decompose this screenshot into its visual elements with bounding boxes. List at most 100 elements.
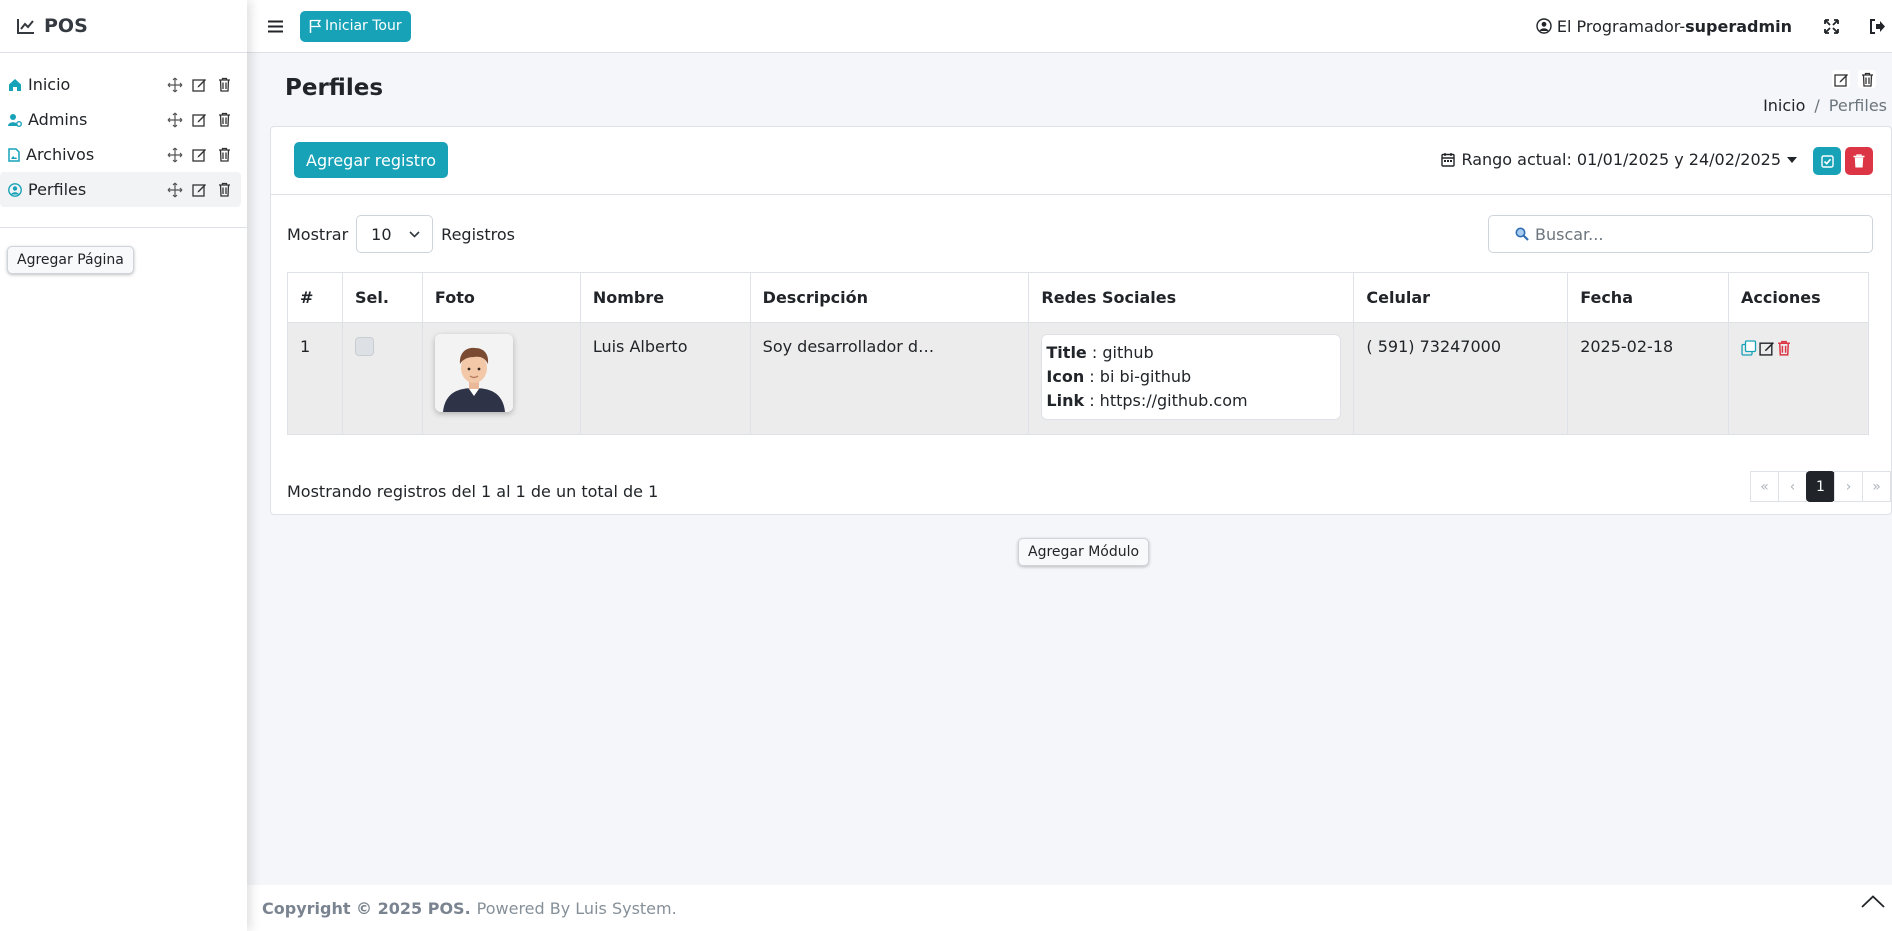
- brand-name: POS: [44, 15, 88, 37]
- row-checkbox[interactable]: [354, 337, 374, 356]
- column-header[interactable]: Sel.: [341, 272, 423, 323]
- sidebar-item-label: Inicio: [28, 75, 71, 94]
- first-page-icon[interactable]: «: [1750, 471, 1779, 502]
- sidebar-item-admins[interactable]: Admins: [0, 102, 241, 137]
- page-tools: [1832, 70, 1876, 88]
- trash-icon: [1853, 154, 1865, 168]
- edit-icon[interactable]: [1759, 340, 1775, 356]
- profile-photo[interactable]: [434, 334, 513, 412]
- flag-icon: [309, 19, 321, 33]
- social-link-key: Link: [1046, 391, 1085, 410]
- prev-page-icon[interactable]: ‹: [1778, 471, 1807, 502]
- social-icon-key: Icon: [1046, 367, 1085, 386]
- chevron-up-icon[interactable]: [1861, 895, 1885, 908]
- sidebar-item-label: Admins: [28, 110, 88, 129]
- brand[interactable]: POS: [0, 0, 247, 53]
- table-row: 1 Luis Alberto Soy desarrollador d… Titl…: [287, 322, 1869, 435]
- cell-description: Soy desarrollador d…: [749, 322, 1030, 435]
- social-link-value: : https://github.com: [1084, 391, 1248, 410]
- check-square-icon: [1820, 154, 1834, 168]
- cell-name: Luis Alberto: [579, 322, 751, 435]
- edit-icon[interactable]: [191, 76, 208, 93]
- sidebar-nav: Inicio Admins Archivos Perfiles: [0, 53, 247, 207]
- last-page-icon[interactable]: »: [1862, 471, 1891, 502]
- cell-num: 1: [287, 322, 343, 435]
- move-icon[interactable]: [166, 181, 183, 198]
- trash-icon[interactable]: [216, 76, 233, 93]
- move-icon[interactable]: [166, 76, 183, 93]
- social-title-key: Title: [1046, 343, 1087, 362]
- sidebar-item-archivos[interactable]: Archivos: [0, 137, 241, 172]
- date-range-selector[interactable]: Rango actual: 01/01/2025 y 24/02/2025: [1441, 150, 1797, 169]
- social-title-value: : github: [1086, 343, 1154, 362]
- breadcrumb: Inicio / Perfiles: [1763, 96, 1887, 115]
- column-header[interactable]: Nombre: [579, 272, 751, 323]
- column-header[interactable]: Redes Sociales: [1028, 272, 1355, 323]
- start-tour-button[interactable]: Iniciar Tour: [300, 10, 411, 42]
- page-size-control: Mostrar 10 Registros: [287, 215, 515, 253]
- cell-actions: [1728, 322, 1869, 435]
- search-input[interactable]: Buscar...: [1488, 215, 1873, 253]
- edit-icon[interactable]: [191, 181, 208, 198]
- move-icon[interactable]: [166, 111, 183, 128]
- move-icon[interactable]: [166, 146, 183, 163]
- sidebar-item-inicio[interactable]: Inicio: [0, 67, 241, 102]
- column-header[interactable]: Celular: [1353, 272, 1569, 323]
- page-size-select[interactable]: 10: [356, 215, 434, 253]
- copy-icon[interactable]: [1741, 340, 1757, 356]
- breadcrumb-home[interactable]: Inicio: [1763, 96, 1805, 115]
- delete-selected-button[interactable]: [1845, 147, 1873, 175]
- sidebar-divider: [0, 227, 247, 228]
- column-header[interactable]: Acciones: [1728, 272, 1869, 323]
- cell-photo: [421, 322, 581, 435]
- home-icon: [8, 78, 22, 92]
- table-info: Mostrando registros del 1 al 1 de un tot…: [287, 482, 659, 501]
- column-header[interactable]: Foto: [421, 272, 581, 323]
- table-header-row: # Sel. Foto Nombre Descripción Redes Soc…: [287, 272, 1869, 323]
- search-icon: [1515, 227, 1529, 241]
- page-size-value: 10: [371, 224, 392, 244]
- page-number[interactable]: 1: [1806, 471, 1835, 502]
- pagination: « ‹ 1 › »: [1750, 471, 1891, 502]
- column-header[interactable]: Descripción: [749, 272, 1030, 323]
- chart-line-icon: [17, 18, 35, 34]
- logout-icon[interactable]: [1869, 18, 1886, 34]
- caret-down-icon: [1787, 156, 1797, 163]
- menu-toggle-icon[interactable]: [268, 20, 284, 33]
- select-all-button[interactable]: [1813, 147, 1841, 175]
- footer-copyright: Copyright © 2025 POS.: [262, 898, 471, 918]
- social-networks-box: Title : github Icon : bi bi-github Link …: [1041, 334, 1342, 420]
- edit-icon[interactable]: [191, 111, 208, 128]
- user-role: superadmin: [1685, 16, 1792, 36]
- breadcrumb-separator: /: [1814, 96, 1820, 115]
- column-header[interactable]: Fecha: [1567, 272, 1730, 323]
- cell-select: [341, 322, 423, 435]
- column-header[interactable]: #: [287, 272, 343, 323]
- trash-icon[interactable]: [216, 111, 233, 128]
- user-gear-icon: [8, 113, 22, 127]
- edit-icon[interactable]: [191, 146, 208, 163]
- records-card: Agregar registro Rango actual: 01/01/202…: [270, 126, 1892, 515]
- edit-icon[interactable]: [1832, 70, 1850, 88]
- social-icon-value: : bi bi-github: [1084, 367, 1192, 386]
- add-page-button[interactable]: Agregar Página: [7, 246, 134, 274]
- topbar: Iniciar Tour El Programador-superadmin: [247, 0, 1892, 53]
- add-module-button[interactable]: Agregar Módulo: [1018, 538, 1150, 566]
- trash-icon[interactable]: [216, 146, 233, 163]
- card-header: Agregar registro Rango actual: 01/01/202…: [271, 127, 1891, 195]
- user-menu[interactable]: El Programador-superadmin: [1536, 17, 1792, 36]
- records-label: Registros: [441, 224, 515, 244]
- trash-icon[interactable]: [216, 181, 233, 198]
- show-label: Mostrar: [287, 224, 349, 244]
- sidebar-item-perfiles[interactable]: Perfiles: [0, 172, 241, 207]
- cell-date: 2025-02-18: [1567, 322, 1730, 435]
- page-title: Perfiles: [285, 75, 384, 101]
- fullscreen-icon[interactable]: [1824, 18, 1839, 34]
- user-name: El Programador-: [1556, 16, 1686, 36]
- sidebar: POS Inicio Admins Archivos Perfiles Agre…: [0, 0, 247, 931]
- trash-icon[interactable]: [1777, 340, 1791, 356]
- next-page-icon[interactable]: ›: [1834, 471, 1863, 502]
- trash-icon[interactable]: [1858, 70, 1876, 88]
- add-record-button[interactable]: Agregar registro: [294, 142, 449, 178]
- sidebar-item-label: Archivos: [26, 145, 95, 164]
